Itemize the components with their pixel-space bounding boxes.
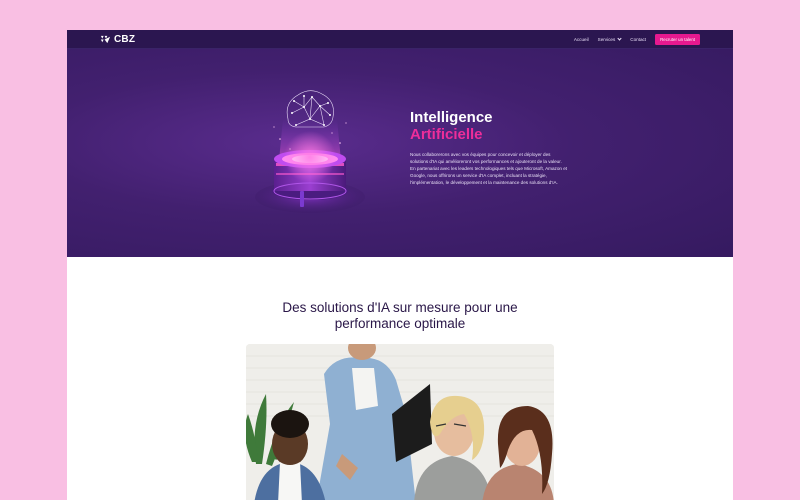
hero-title-line1: Intelligence: [410, 109, 493, 126]
nav-link-contact[interactable]: Contact: [630, 37, 646, 42]
nav-link-services-label: Services: [597, 37, 616, 42]
team-photo-image: [246, 344, 554, 500]
ai-brain-illustration: [255, 90, 365, 213]
logo-icon: [100, 35, 111, 44]
page-frame: CBZ Accueil Services Contact Recruter un…: [67, 30, 733, 500]
nav-link-services[interactable]: Services: [597, 36, 622, 42]
logo-text: CBZ: [114, 34, 136, 45]
hero-section: Intelligence Artificielle Nous collabore…: [67, 49, 733, 257]
section-title-line1: Des solutions d'IA sur mesure pour une: [282, 300, 518, 315]
hero-description: Nous collaborerons avec vos équipes pour…: [410, 152, 568, 185]
top-navbar: CBZ Accueil Services Contact Recruter un…: [67, 30, 733, 49]
chevron-down-icon: [617, 36, 622, 41]
hero-text: Intelligence Artificielle Nous collabore…: [410, 109, 570, 186]
hero-title-line2: Artificielle: [410, 126, 483, 143]
nav-links: Accueil Services Contact Recruter un tal…: [574, 34, 700, 45]
nav-link-accueil[interactable]: Accueil: [574, 37, 589, 42]
section-title-line2: performance optimale: [334, 316, 466, 331]
section-title: Des solutions d'IA sur mesure pour une p…: [250, 300, 550, 332]
team-photo: [246, 344, 554, 500]
recruit-talent-button[interactable]: Recruter un talent: [655, 34, 700, 45]
logo[interactable]: CBZ: [100, 34, 135, 45]
